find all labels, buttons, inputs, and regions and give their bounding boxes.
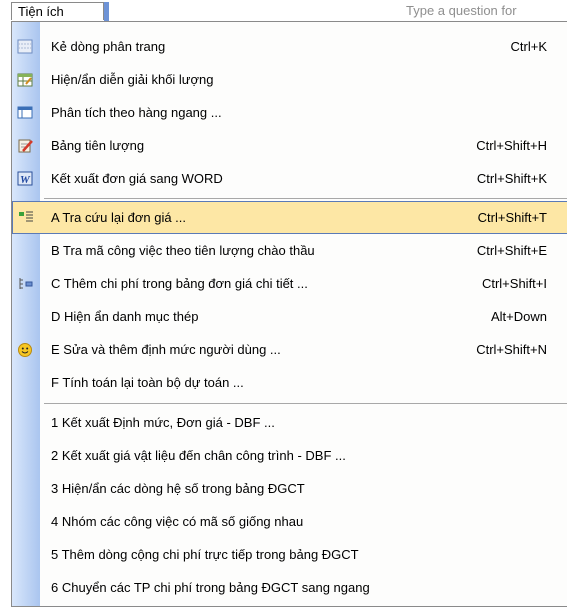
menu-bar: Tiện ích Type a question for [0, 0, 567, 22]
menu-item-shortcut: Ctrl+Shift+T [477, 210, 547, 225]
menu-item-label: D Hiện ẩn danh mục thép [51, 309, 199, 324]
word-icon: W [17, 171, 33, 186]
menu-item-show-hide-explain[interactable]: Hiện/ẩn diễn giải khối lượng [12, 63, 567, 96]
menu-item-label: Kết xuất đơn giá sang WORD [51, 171, 223, 186]
horizontal-table-icon [17, 105, 33, 120]
menu-item-label: 4 Nhóm các công việc có mã số giống nhau [51, 514, 304, 529]
menu-tien-ich[interactable]: Tiện ích [11, 2, 109, 21]
menu-item-label: 1 Kết xuất Định mức, Đơn giá - DBF ... [51, 415, 275, 430]
menu-item-edit-user-norms[interactable]: E Sửa và thêm định mức người dùng ... Ct… [12, 333, 567, 366]
menu-item-shortcut: Alt+Down [491, 309, 547, 324]
add-cost-icon [17, 276, 33, 291]
menu-item-label: Hiện/ẩn diễn giải khối lượng [51, 72, 214, 87]
menu-item-label: A Tra cứu lại đơn giá ... [51, 210, 187, 225]
menu-item-shortcut: Ctrl+Shift+I [481, 276, 547, 291]
menu-item-label: 5 Thêm dòng cộng chi phí trực tiếp trong… [51, 547, 359, 562]
menu-item-lookup-unit-price[interactable]: A Tra cứu lại đơn giá ... Ctrl+Shift+T [12, 201, 567, 234]
menu-item-label: Bảng tiên lượng [51, 138, 145, 153]
menu-item-lookup-job-code[interactable]: B Tra mã công việc theo tiên lượng chào … [12, 234, 567, 267]
menu-item-horizontal-analysis[interactable]: Phân tích theo hàng ngang ... [12, 96, 567, 129]
question-search-box[interactable]: Type a question for [406, 3, 567, 19]
menu-item-group-same-code[interactable]: 4 Nhóm các công việc có mã số giống nhau [12, 505, 567, 538]
menu-item-label: 6 Chuyển các TP chi phí trong bảng ĐGCT … [51, 580, 370, 595]
page-lines-icon [17, 39, 33, 54]
menu-item-label: E Sửa và thêm định mức người dùng ... [51, 342, 281, 357]
menu-separator [44, 403, 567, 404]
table-explain-icon [17, 72, 33, 87]
menu-item-label: 3 Hiện/ẩn các dòng hệ số trong bảng ĐGCT [51, 481, 305, 496]
menu-item-export-word[interactable]: W Kết xuất đơn giá sang WORD Ctrl+Shift+… [12, 162, 567, 195]
svg-text:W: W [20, 174, 31, 186]
menu-item-shortcut: Ctrl+Shift+E [476, 243, 547, 258]
menu-item-label: 2 Kết xuất giá vật liệu đến chân công tr… [51, 448, 346, 463]
menu-item-export-material-price-dbf[interactable]: 2 Kết xuất giá vật liệu đến chân công tr… [12, 439, 567, 472]
menu-separator [44, 198, 567, 199]
menu-item-label: B Tra mã công việc theo tiên lượng chào … [51, 243, 315, 258]
menu-item-transpose-cost-components[interactable]: 6 Chuyển các TP chi phí trong bảng ĐGCT … [12, 571, 567, 604]
menu-item-label: Kẻ dòng phân trang [51, 39, 166, 54]
menu-item-label: F Tính toán lại toàn bộ dự toán ... [51, 375, 244, 390]
menu-item-shortcut: Ctrl+K [510, 39, 547, 54]
menu-item-steel-catalog[interactable]: D Hiện ẩn danh mục thép Alt+Down [12, 300, 567, 333]
lookup-list-icon [18, 209, 34, 224]
menu-item-add-direct-cost-row[interactable]: 5 Thêm dòng cộng chi phí trực tiếp trong… [12, 538, 567, 571]
menu-item-label: C Thêm chi phí trong bảng đơn giá chi ti… [51, 276, 308, 291]
menu-item-shortcut: Ctrl+Shift+N [476, 342, 547, 357]
menu-item-label: Phân tích theo hàng ngang ... [51, 105, 222, 120]
menu-item-toggle-coefficient-rows[interactable]: 3 Hiện/ẩn các dòng hệ số trong bảng ĐGCT [12, 472, 567, 505]
dropdown-menu: Kẻ dòng phân trang Ctrl+K Hiện/ẩn diễn g… [11, 21, 567, 607]
notepad-pencil-icon [17, 138, 33, 153]
menu-item-shortcut: Ctrl+Shift+H [476, 138, 547, 153]
menu-item-shortcut: Ctrl+Shift+K [476, 171, 547, 186]
menu-item-recalculate-estimate[interactable]: F Tính toán lại toàn bộ dự toán ... [12, 366, 567, 399]
menu-item-add-cost[interactable]: C Thêm chi phí trong bảng đơn giá chi ti… [12, 267, 567, 300]
menu-item-export-norms-dbf[interactable]: 1 Kết xuất Định mức, Đơn giá - DBF ... [12, 406, 567, 439]
smiley-icon [17, 342, 33, 357]
menu-item-quantity-table[interactable]: Bảng tiên lượng Ctrl+Shift+H [12, 129, 567, 162]
menu-item-page-lines[interactable]: Kẻ dòng phân trang Ctrl+K [12, 30, 567, 63]
